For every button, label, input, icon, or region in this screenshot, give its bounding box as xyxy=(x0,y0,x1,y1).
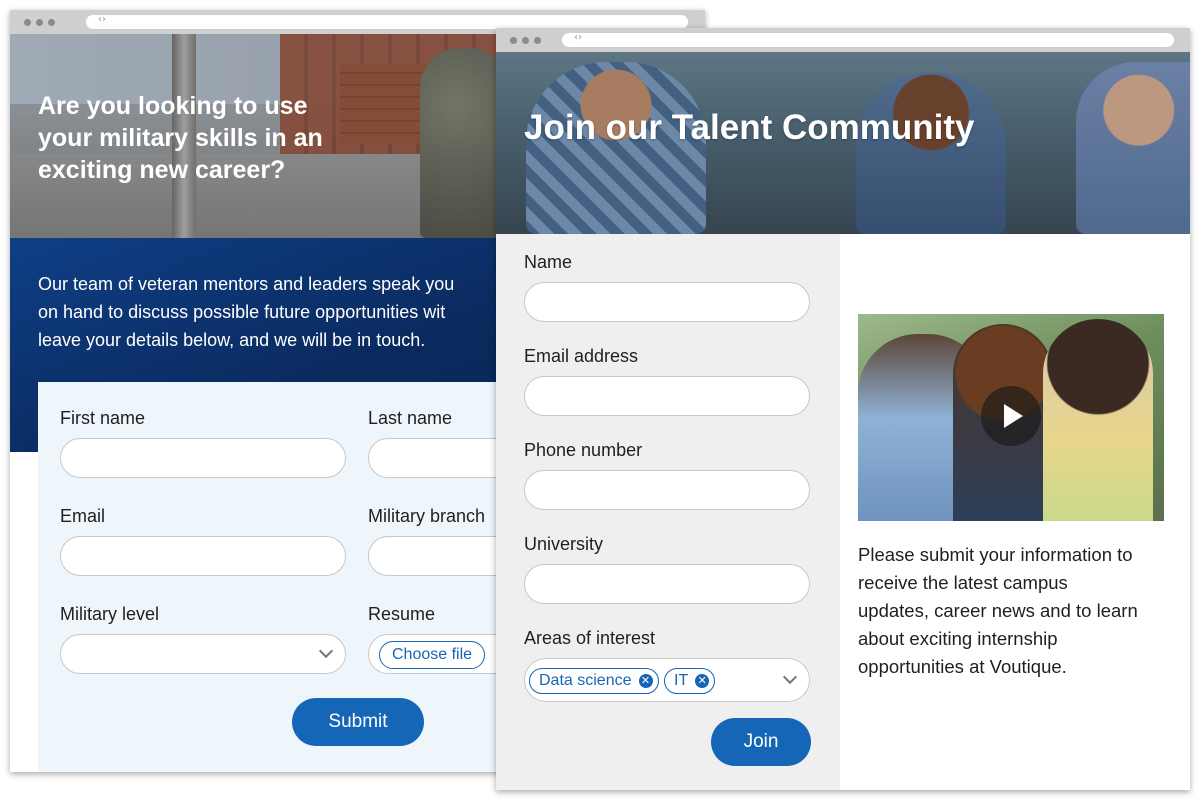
resume-label: Resume xyxy=(368,604,436,624)
hero-heading: Are you looking to use your military ski… xyxy=(38,92,323,184)
military-branch-label: Military branch xyxy=(368,506,486,526)
chevron-down-icon xyxy=(318,643,334,659)
code-brackets-icon: ‹› xyxy=(98,14,106,25)
phone-number-field[interactable] xyxy=(524,470,810,510)
military-level-select[interactable] xyxy=(60,634,346,674)
info-panel: Please submit your information to receiv… xyxy=(840,234,1190,790)
name-label: Name xyxy=(524,252,573,272)
interest-chip[interactable]: Data science ✕ xyxy=(529,668,659,694)
video-thumbnail[interactable] xyxy=(858,314,1164,521)
email-field[interactable] xyxy=(60,536,346,576)
browser-dots-icon xyxy=(510,37,541,44)
email-address-label: Email address xyxy=(524,346,639,366)
address-bar[interactable]: ‹› xyxy=(86,14,688,29)
areas-of-interest-select[interactable]: Data science ✕ IT ✕ xyxy=(524,658,810,702)
talent-community-window: ‹› Join our Talent Community Name Email … xyxy=(496,28,1190,790)
submit-button[interactable]: Submit xyxy=(292,698,424,746)
areas-of-interest-label: Areas of interest xyxy=(524,628,656,648)
intro-text: Our team of veteran mentors and leaders … xyxy=(38,274,455,350)
remove-chip-icon[interactable]: ✕ xyxy=(695,674,710,688)
phone-number-label: Phone number xyxy=(524,440,643,460)
remove-chip-icon[interactable]: ✕ xyxy=(638,674,653,688)
university-field[interactable] xyxy=(524,564,810,604)
browser-toolbar: ‹› xyxy=(496,28,1190,52)
first-name-field[interactable] xyxy=(60,438,346,478)
code-brackets-icon: ‹› xyxy=(574,32,582,43)
military-level-label: Military level xyxy=(60,604,160,624)
join-button[interactable]: Join xyxy=(711,718,811,766)
email-label: Email xyxy=(60,506,106,526)
address-bar[interactable]: ‹› xyxy=(562,32,1174,47)
choose-file-button[interactable]: Choose file xyxy=(379,641,486,669)
description-text: Please submit your information to receiv… xyxy=(858,544,1138,677)
talent-form: Name Email address Phone number Universi… xyxy=(496,234,840,790)
hero-banner: Join our Talent Community xyxy=(496,52,1190,234)
play-icon[interactable] xyxy=(981,386,1041,446)
university-label: University xyxy=(524,534,604,554)
email-address-field[interactable] xyxy=(524,376,810,416)
hero-heading: Join our Talent Community xyxy=(524,108,975,147)
interest-chip[interactable]: IT ✕ xyxy=(664,668,716,694)
chevron-down-icon xyxy=(782,669,798,685)
last-name-label: Last name xyxy=(368,408,453,428)
name-field[interactable] xyxy=(524,282,810,322)
first-name-label: First name xyxy=(60,408,146,428)
browser-dots-icon xyxy=(24,19,55,26)
